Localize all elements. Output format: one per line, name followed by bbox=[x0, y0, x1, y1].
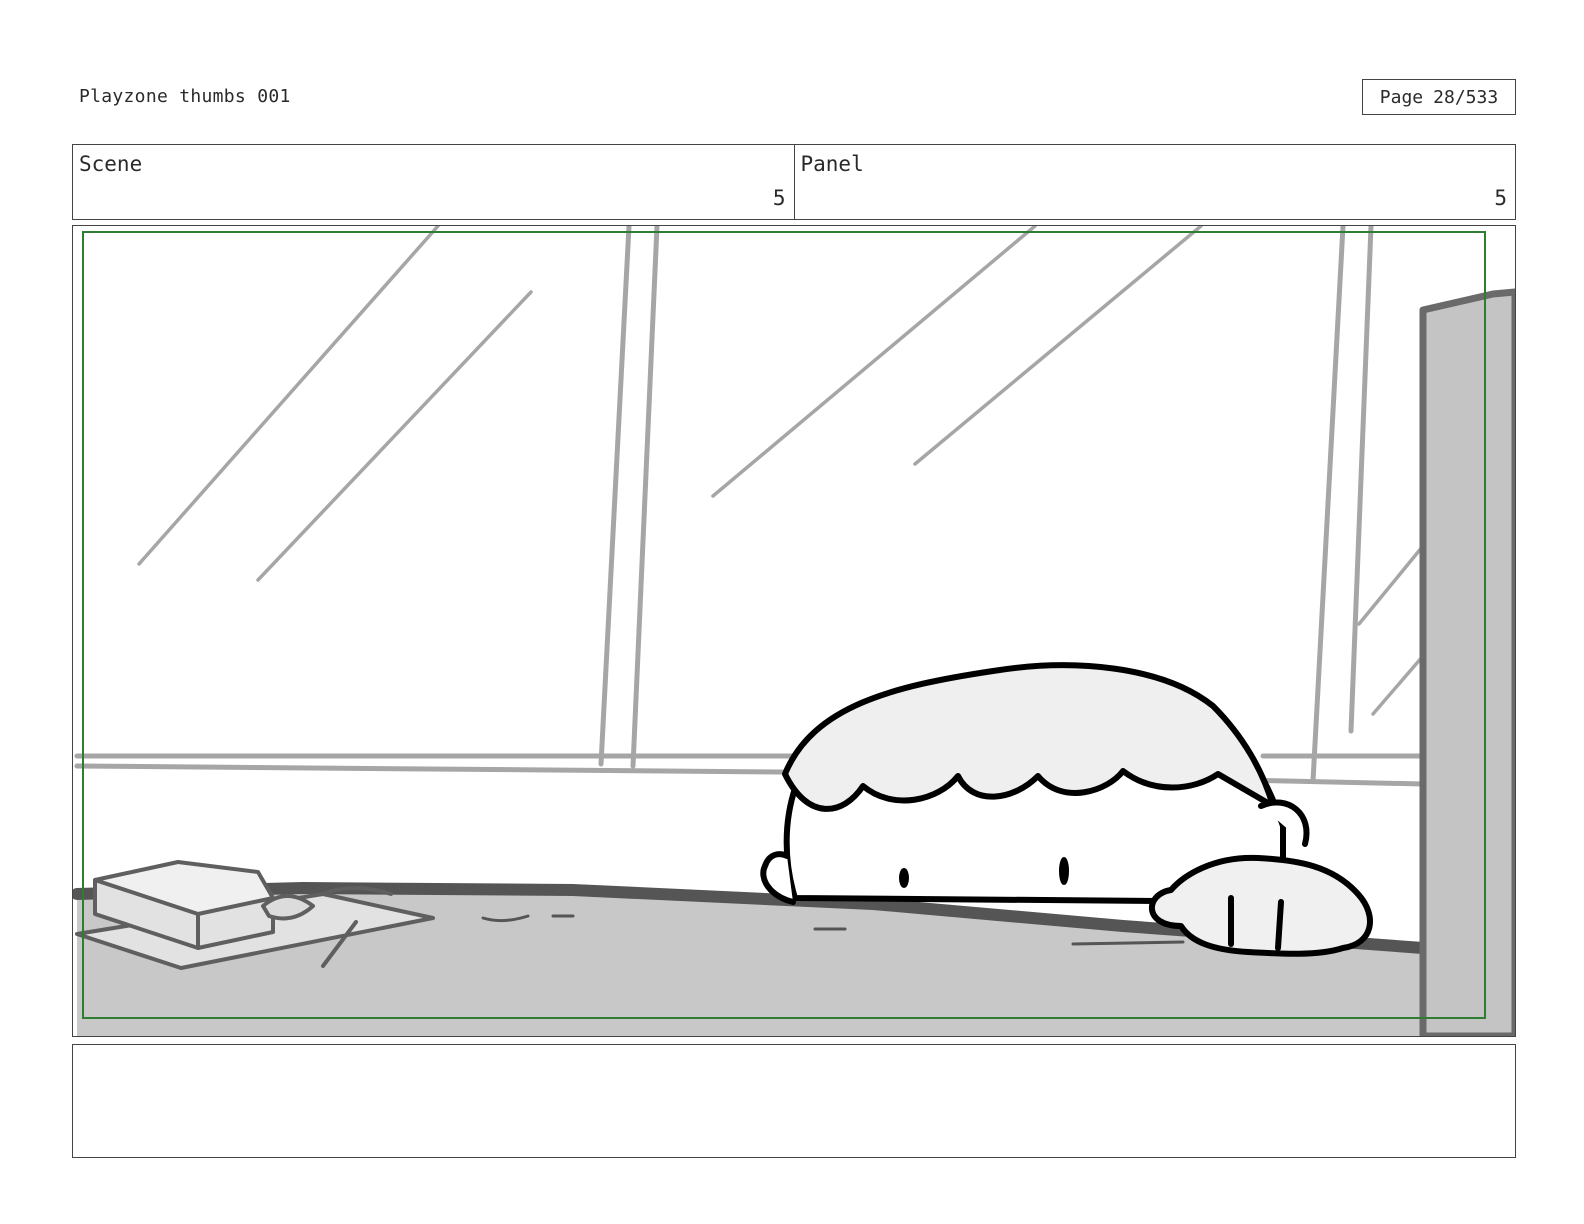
scene-number: 5 bbox=[772, 186, 786, 210]
glass-reflections bbox=[137, 226, 1425, 716]
notes-box bbox=[72, 1044, 1516, 1158]
document-title: Playzone thumbs 001 bbox=[79, 86, 291, 107]
window-mullion-1a bbox=[598, 226, 632, 767]
window-mullion-2b bbox=[1348, 226, 1374, 734]
scene-label: Scene bbox=[79, 152, 143, 176]
window-mullion-2a bbox=[1310, 226, 1346, 784]
page-indicator: Page 28/533 bbox=[1362, 79, 1516, 115]
panel-number: 5 bbox=[1494, 186, 1507, 210]
storyboard-drawing bbox=[73, 226, 1515, 1036]
panel-label: Panel bbox=[800, 152, 864, 176]
page-label: Page bbox=[1379, 86, 1424, 108]
window-frame bbox=[74, 226, 1426, 787]
panel-cell: Panel 5 bbox=[793, 145, 1516, 219]
storyboard-frame bbox=[72, 225, 1516, 1037]
window-mullion-1b bbox=[630, 226, 660, 769]
scene-panel-info: Scene 5 Panel 5 bbox=[72, 144, 1516, 220]
page-number: 28/533 bbox=[1433, 86, 1499, 108]
foreground-pillar bbox=[1419, 288, 1515, 1036]
scene-cell: Scene 5 bbox=[73, 145, 794, 219]
